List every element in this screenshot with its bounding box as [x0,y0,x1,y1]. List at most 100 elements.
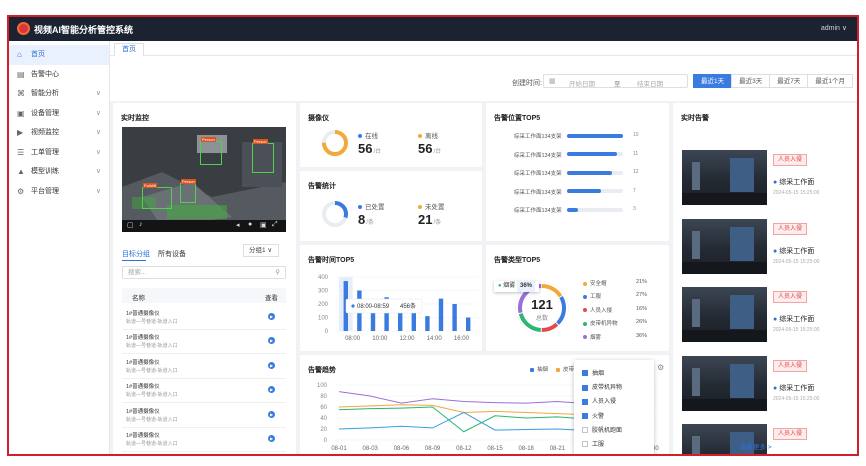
series-option[interactable]: 胶帆机跑面 [582,425,622,434]
alert-snapshot[interactable] [682,424,767,454]
play-icon[interactable]: ▶ [268,361,275,369]
legend-dot [583,294,587,299]
filter-bar: 创建时间: ▦ 开始日期 至 结束日期 最近1天 最近3天 最近7天 最近1个月 [110,56,857,101]
group-select[interactable]: 分组1 ∨ [243,244,279,257]
quick-range-button[interactable]: 最近3天 [731,74,771,88]
sidebar-item-label: 告警中心 [31,70,59,78]
sidebar-item-1[interactable]: ▤ 告警中心 [9,65,109,85]
checkbox-checked-icon[interactable] [582,413,588,420]
checkbox-checked-icon[interactable] [582,398,588,405]
play-icon[interactable]: ▶ [268,313,275,320]
alarm-handled-value: 8/条 [358,212,374,227]
sidebar-item-0[interactable]: ⌂ 首页 [9,45,109,65]
device-row[interactable]: 1#普通摄像仪 轨道—号巷道-轨道入口 ▶ [122,428,286,452]
user-menu[interactable]: admin ∨ [821,24,847,32]
checkbox-checked-icon[interactable] [582,370,588,377]
tab-target-group[interactable]: 目标分组 [122,249,150,259]
location-pin-icon: ● [773,247,778,255]
device-row[interactable]: 1#普通摄像仪 轨道—号巷道-轨道入口 ▶ [122,379,286,404]
x-tick-label: 10:00 [372,336,388,342]
location-pin-icon: ● [773,179,778,186]
series-option[interactable]: 人员入侵 [582,396,616,405]
alert-snapshot[interactable] [682,355,767,411]
series-option[interactable]: 皮带机异物 [582,382,622,391]
series-option[interactable]: 火警 [582,411,604,420]
time-bar[interactable] [452,304,457,331]
video-player[interactable]: Person Person Forklift Person ▢ ♪ ◂ ● ▣ … [122,127,286,232]
y-tick-label: 200 [318,302,329,308]
camera-title: 摄像仪 [308,115,329,122]
view-more-link[interactable]: 查看更多 > [740,441,772,451]
volume-icon[interactable]: ◂ [236,221,240,229]
tab-all-devices[interactable]: 所有设备 [158,249,186,259]
y-tick-label: 20 [320,427,327,433]
start-date-input[interactable]: 开始日期 [569,78,595,88]
time-bar[interactable] [425,316,430,331]
sidebar-item-2[interactable]: ⌘ 智能分析 ∨ [9,84,109,104]
sidebar-item-5[interactable]: ☰ 工单管理 ∨ [9,143,109,163]
device-search-input[interactable]: 搜索... ⚲ [122,266,286,279]
sidebar-item-7[interactable]: ⚙ 平台管理 ∨ [9,182,109,202]
checkbox-icon[interactable] [582,441,588,448]
microphone-icon[interactable]: ♪ [139,221,143,228]
alert-location: ● 综采工作面 [773,177,814,187]
record-icon[interactable]: ● [248,221,252,228]
sidebar-item-6[interactable]: ▲ 模型训练 ∨ [9,162,109,182]
series-option-label: 皮带机异物 [592,385,623,392]
device-name: 1#普通摄像仪 [126,433,160,439]
play-icon[interactable]: ▶ [268,410,275,418]
location-bar [567,170,612,175]
video-controls: ▢ ♪ ◂ ● ▣ ⤢ [122,220,286,232]
sidebar-item-4[interactable]: ▶ 视频监控 ∨ [9,123,109,143]
chevron-down-icon: ∨ [95,148,101,156]
sidebar-item-label: 视频监控 [31,129,59,136]
checkbox-icon[interactable] [582,427,588,434]
type-legend-value: 27% [636,292,648,299]
y-tick-label: 400 [318,275,329,281]
date-range-picker[interactable]: ▦ 开始日期 至 结束日期 [543,74,688,88]
device-row[interactable]: 1#普通摄像仪 轨道—号巷道-轨道入口 ▶ [122,355,286,379]
location-value: 10 [633,132,639,138]
type-legend-value: 36% [636,332,648,339]
capture-icon[interactable]: ▢ [127,221,134,229]
play-icon[interactable]: ▶ [268,386,275,394]
search-icon[interactable]: ⚲ [275,267,280,279]
device-row[interactable]: 1#普通摄像仪 轨道—号巷道-轨道入口 ▶ [122,404,286,428]
device-row[interactable]: 1#普通摄像仪 轨道—号巷道-轨道入口 ▶ [122,306,286,330]
alert-snapshot[interactable] [682,150,767,205]
series-option-label: 工服 [592,442,605,448]
alert-snapshot[interactable] [682,218,767,274]
alert-snapshot[interactable] [682,287,767,342]
tab-home[interactable]: 首页 [114,43,144,56]
platform-icon: ⚙ [17,186,25,196]
y-tick-label: 80 [320,394,327,400]
screenshot-icon[interactable]: ▣ [260,221,267,229]
time-bar[interactable] [438,298,444,331]
location-label: 综采工作面134支架 [514,208,562,215]
quick-range-button[interactable]: 最近1个月 [807,74,853,88]
play-icon[interactable]: ▶ [268,435,275,442]
play-icon[interactable]: ▶ [268,337,275,345]
location-value: 3 [633,206,636,213]
quick-range-button[interactable]: 最近1天 [693,74,733,88]
type-legend-item: 皮带机异物 [583,319,618,327]
tab-bar: 首页 [110,41,857,56]
series-option[interactable]: 抽烟 [582,368,604,377]
fullscreen-icon[interactable]: ⤢ [272,221,278,229]
sidebar: ⌂ 首页 ▤ 告警中心 ⌘ 智能分析 ∨ ▣ 设备管理 ∨ ▶ 视频监控 ∨ ☰ 工单管理 ∨ ▲ 模型训练 ∨ ⚙ 平… [9,41,110,454]
location-bar-track [567,170,623,175]
quick-range-button[interactable]: 最近7天 [769,74,809,88]
sidebar-item-3[interactable]: ▣ 设备管理 ∨ [9,104,109,124]
device-row[interactable]: 1#普通摄像仪 轨道—号巷道-轨道入口 ▶ [122,330,286,355]
home-icon: ⌂ [17,50,22,59]
end-date-input[interactable]: 结束日期 [637,78,663,88]
chevron-down-icon: ∨ [95,129,101,136]
type-total-value: 121 [531,297,553,312]
alert-time: 2024-05-15 15:25:00 [773,258,820,265]
device-table-header: 名称 查看 [122,288,286,303]
time-bar[interactable] [466,317,471,332]
series-option[interactable]: 工服 [582,439,604,448]
checkbox-checked-icon[interactable] [582,384,588,391]
sidebar-item-label: 首页 [31,51,45,58]
time-bar-chart: 400 300 200 100 0 08:00 10:00 12:00 14:00 16:00 08… [318,275,478,342]
